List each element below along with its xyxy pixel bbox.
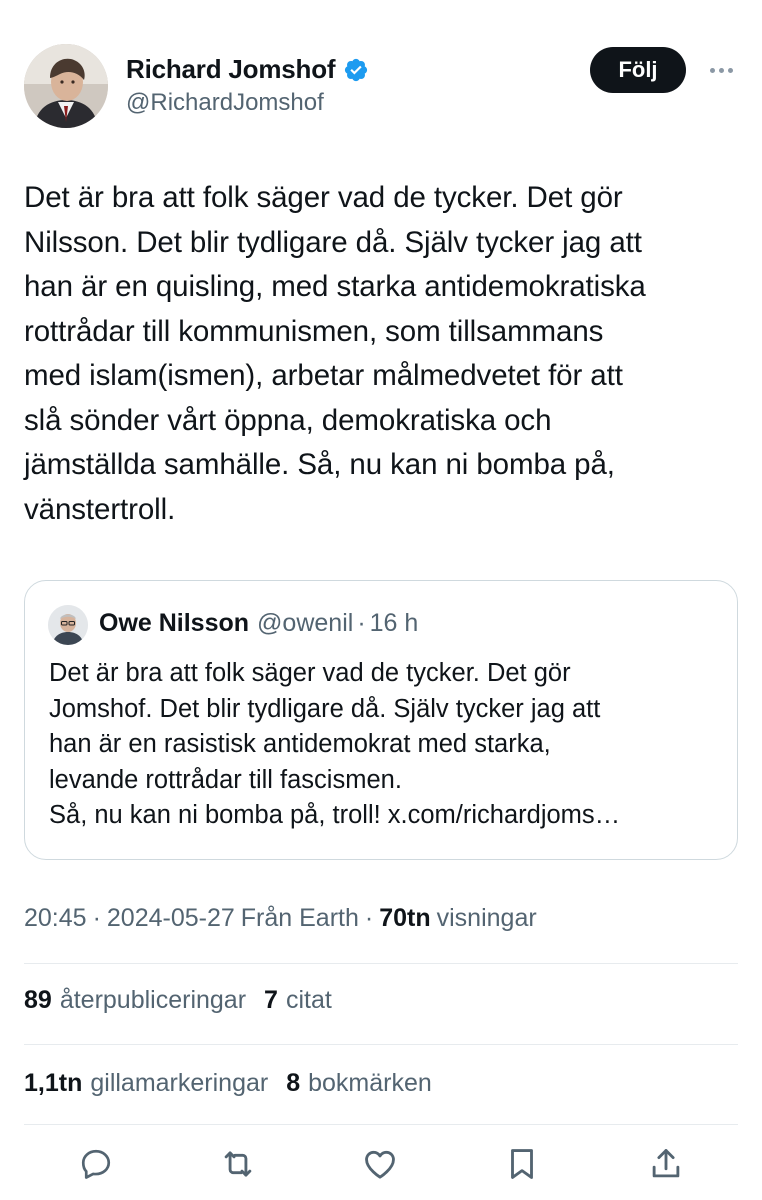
tweet-text: Det är bra att folk säger vad de tycker.…	[24, 181, 646, 526]
quote-header: Owe Nilsson @owenil · 16 h	[99, 609, 418, 638]
author-info: Richard Jomshof @RichardJomshof	[126, 54, 369, 117]
tweet-meta: 20:45 · 2024-05-27 Från Earth · 70tn vis…	[24, 904, 537, 933]
author-handle[interactable]: @RichardJomshof	[126, 89, 369, 117]
tweet-time[interactable]: 20:45	[24, 904, 87, 933]
action-bar	[0, 1142, 762, 1192]
divider	[24, 1124, 738, 1125]
tweet-header: Richard Jomshof @RichardJomshof Följ	[24, 44, 738, 130]
likes-count[interactable]: 1,1tn	[24, 1069, 82, 1098]
views-count: 70tn	[379, 904, 431, 932]
quote-author-name[interactable]: Owe Nilsson	[99, 609, 249, 638]
more-options-icon[interactable]	[704, 56, 738, 84]
bookmark-icon[interactable]	[500, 1142, 544, 1186]
quote-separator: ·	[357, 609, 366, 637]
repost-stats: 89 återpubliceringar 7 citat	[24, 986, 342, 1015]
share-icon[interactable]	[644, 1142, 688, 1186]
divider	[24, 1044, 738, 1045]
views-label: visningar	[436, 904, 537, 932]
tweet-source: Från Earth	[240, 904, 359, 932]
quote-timestamp[interactable]: 16 h	[370, 609, 419, 638]
quotes-count[interactable]: 7	[264, 986, 278, 1015]
bookmarks-count: 8	[286, 1069, 301, 1097]
repost-icon[interactable]	[216, 1142, 260, 1186]
quote-author-avatar[interactable]	[48, 605, 88, 645]
like-stats: 1,1tn gillamarkeringar 8 bokmärken	[24, 1069, 442, 1098]
author-avatar[interactable]	[24, 44, 108, 128]
meta-separator: ·	[364, 904, 374, 932]
quote-text: Det är bra att folk säger vad de tycker.…	[49, 659, 621, 829]
verified-badge-icon[interactable]	[343, 57, 369, 83]
author-display-name[interactable]: Richard Jomshof	[126, 54, 336, 85]
divider	[24, 963, 738, 964]
bookmarks-label: bokmärken	[308, 1069, 432, 1097]
reposts-label[interactable]: återpubliceringar	[60, 986, 246, 1015]
reply-icon[interactable]	[74, 1142, 118, 1186]
meta-separator: ·	[92, 904, 101, 932]
quote-author-handle[interactable]: @owenil	[257, 609, 353, 638]
reposts-count[interactable]: 89	[24, 986, 52, 1015]
follow-button[interactable]: Följ	[590, 47, 686, 93]
like-icon[interactable]	[358, 1142, 402, 1186]
quotes-label[interactable]: citat	[286, 986, 332, 1015]
likes-label[interactable]: gillamarkeringar	[90, 1069, 268, 1098]
tweet-date[interactable]: 2024-05-27	[107, 904, 235, 933]
quoted-tweet[interactable]: Owe Nilsson @owenil · 16 h Det är bra at…	[24, 580, 738, 860]
